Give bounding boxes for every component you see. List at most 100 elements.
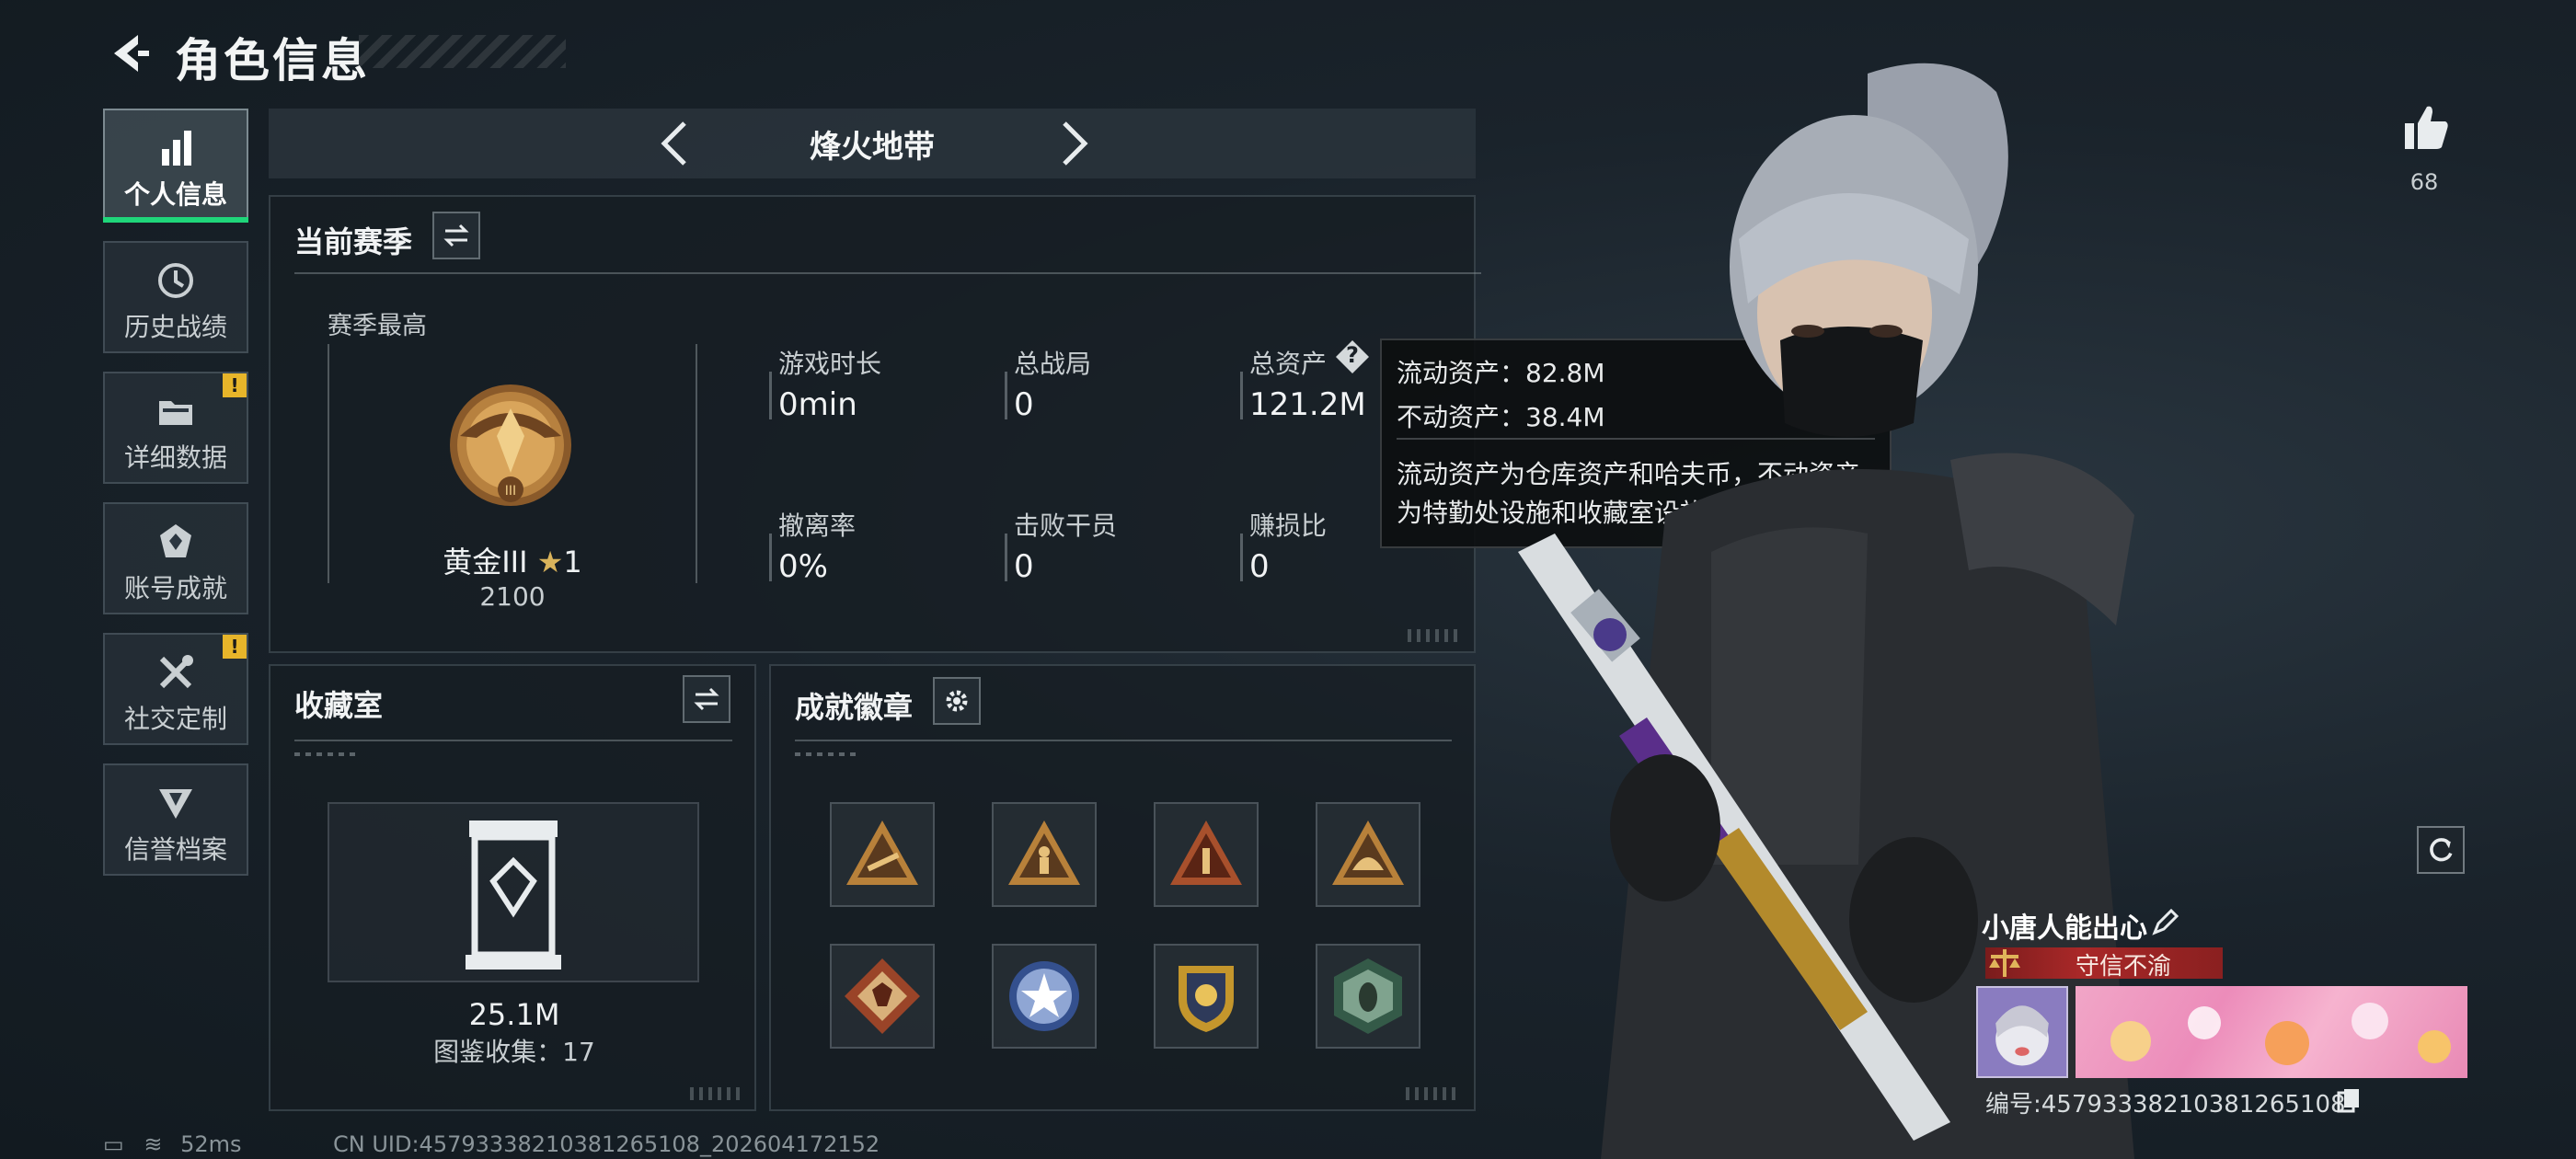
battery-icon: ▭ [103,1131,124,1157]
mode-next-button[interactable] [1053,118,1094,169]
stat-value-playtime: 0min [778,386,857,423]
divider [294,272,1481,274]
collection-panel: 收藏室 25.1M 图鉴收集：17 [269,664,756,1111]
folder-icon [159,401,192,425]
nav-item-detail-data[interactable]: 详细数据 ! [103,372,248,484]
rank-name: 黄金III [443,545,528,580]
nav-item-history[interactable]: 历史战绩 [103,241,248,353]
achievement-badge[interactable] [1316,802,1420,907]
stat-label-extract-rate: 撤离率 [778,511,857,541]
achievement-badge[interactable] [830,802,935,907]
stat-value-extract-rate: 0% [778,548,828,585]
panel-corner-decoration [690,1087,745,1100]
rank-points: 2100 [479,581,546,612]
swap-icon [443,224,469,247]
season-title: 当前赛季 [294,224,413,259]
season-best-label: 赛季最高 [328,312,427,340]
stat-label-playtime: 游戏时长 [778,349,882,379]
collection-count: 图鉴收集：17 [433,1037,595,1067]
stat-value-kills: 0 [1014,548,1034,585]
divider-dash [795,752,859,756]
season-switch-button[interactable] [432,212,480,259]
swap-icon [694,687,719,711]
avatar[interactable] [1976,986,2068,1078]
badge-triangle-figure-icon [1008,820,1080,885]
nav-item-social-custom[interactable]: 社交定制 ! [103,633,248,745]
uid-text: CN UID:457933382103812651​08_20260417215… [333,1131,880,1157]
nav-label: 账号成就 [123,573,227,603]
alert-badge: ! [223,373,247,397]
chevron-right-icon [1063,121,1088,166]
collection-switch-button[interactable] [683,675,730,723]
divider [294,740,732,741]
display-case-icon [466,820,561,970]
copy-icon[interactable] [2337,1087,2361,1113]
banner-cats-image [2110,1003,2451,1065]
achievement-badge[interactable] [830,944,935,1049]
achievement-badge[interactable] [1154,802,1259,907]
status-bar: ▭ ≋ 52ms [103,1131,242,1157]
player-name: 小唐人能出心 [1982,912,2147,945]
badge-triangle-helmet-icon [1332,820,1404,885]
stat-label-kills: 击败干员 [1014,511,1118,541]
bar-chart-icon [162,131,191,166]
nav-label: 信誉档案 [123,834,227,865]
gear-icon [946,690,968,712]
avatar-image [1978,988,2066,1076]
collection-value: 25.1M [468,997,560,1032]
stat-label-total-assets: 总资产 [1249,349,1328,379]
mode-name: 烽火地带 [810,129,935,166]
title-badge-text: 守信不渝 [2075,953,2171,981]
nav-label: 个人信息 [123,179,227,210]
assets-help-button[interactable]: ? [1334,339,1371,375]
rank-stars: 1 [563,545,582,580]
achievement-icon [160,524,191,557]
nav-label: 详细数据 [123,442,227,473]
stat-bar [1240,534,1243,581]
stat-label-total-matches: 总战局 [1014,349,1092,379]
stat-bar [1240,372,1243,419]
credit-shield-icon [159,789,192,819]
badge-hexagon-hornet-icon [1334,958,1402,1034]
edit-pencil-icon[interactable] [2151,909,2179,936]
like-count: 68 [2409,169,2439,195]
season-panel: 当前赛季 赛季最高 III 黄金III ★1 2100 游戏时长 0min 总战… [269,195,1481,653]
achievement-badge[interactable] [1154,944,1259,1049]
divider [795,740,1452,741]
achievements-title: 成就徽章 [795,690,914,725]
divider-dash [294,752,359,756]
stat-bar [1005,372,1007,419]
help-mark: ? [1346,342,1359,368]
achievements-panel: 成就徽章 [769,664,1476,1111]
svg-text:III: III [505,484,516,499]
back-arrow-icon [114,35,149,72]
thumbs-up-icon[interactable] [2399,101,2451,153]
stat-value-total-assets: 121.2M [1249,386,1366,423]
badge-triangle-number-one-icon [1170,820,1242,885]
wifi-icon: ≋ [144,1131,163,1157]
nav-label: 社交定制 [123,704,227,734]
profile-banner[interactable] [2076,986,2467,1078]
rank-line: 黄金III ★1 [328,539,697,581]
achievement-badge[interactable] [992,802,1097,907]
star-icon: ★ [536,545,564,580]
back-button[interactable] [103,26,158,81]
player-id: 编号:457933382103812651​08 [1985,1091,2346,1119]
tools-icon [159,655,193,689]
achievement-badge[interactable] [1316,944,1420,1049]
nav-item-personal-info[interactable]: 个人信息 [103,109,248,223]
gold-rank-emblem-icon: III [450,384,571,506]
nav-item-achievements[interactable]: 账号成就 [103,502,248,614]
stat-bar [769,534,772,581]
achievements-settings-button[interactable] [933,677,981,725]
nav-item-credit-record[interactable]: 信誉档案 [103,763,248,876]
refresh-icon [2430,838,2453,862]
stat-label-profit-ratio: 赚损比 [1249,511,1328,541]
nav-label: 历史战绩 [123,312,227,342]
badge-star-circle-icon [1009,961,1079,1031]
achievement-badge[interactable] [992,944,1097,1049]
ping-value: 52ms [180,1131,242,1157]
stat-bar [769,372,772,419]
rotate-view-button[interactable] [2417,826,2465,874]
badge-shield-crest-icon [1179,966,1234,1032]
